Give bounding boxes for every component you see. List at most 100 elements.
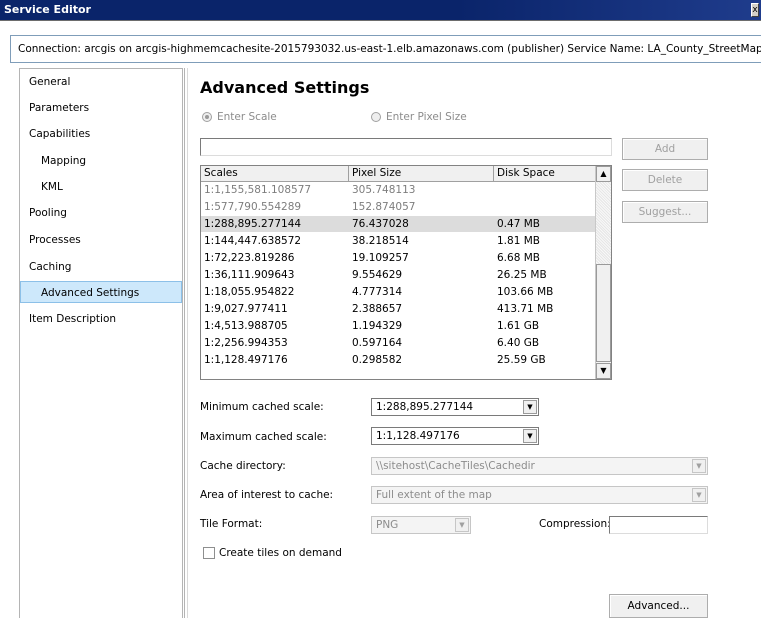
- column-header-scales[interactable]: Scales: [201, 166, 349, 182]
- table-scrollbar[interactable]: ▲ ▼: [595, 166, 611, 379]
- min-scale-value: 1:288,895.277144: [376, 401, 474, 413]
- cell-pixel-size: 4.777314: [352, 286, 403, 298]
- cell-pixel-size: 76.437028: [352, 218, 409, 230]
- cell-scale: 1:1,128.497176: [204, 354, 288, 366]
- sidebar-item-processes[interactable]: Processes: [20, 229, 182, 251]
- chevron-down-icon[interactable]: ▼: [455, 518, 469, 532]
- connection-info: Connection: arcgis on arcgis-highmemcach…: [10, 35, 761, 63]
- sidebar-item-advanced-settings[interactable]: Advanced Settings: [20, 281, 182, 303]
- cell-scale: 1:144,447.638572: [204, 235, 302, 247]
- chevron-down-icon[interactable]: ▼: [523, 429, 537, 443]
- sidebar-item-label: Item Description: [29, 313, 117, 325]
- scale-input[interactable]: [200, 138, 612, 156]
- arrow-down-icon[interactable]: ▼: [596, 363, 611, 379]
- cell-disk-space: 1.81 MB: [497, 235, 540, 247]
- area-of-interest-value: Full extent of the map: [376, 489, 492, 501]
- cell-disk-space: 6.40 GB: [497, 337, 540, 349]
- radio-enter-pixel-size-label: Enter Pixel Size: [386, 111, 467, 123]
- min-scale-select[interactable]: 1:288,895.277144 ▼: [371, 398, 539, 416]
- cell-disk-space: 6.68 MB: [497, 252, 540, 264]
- connection-text: Connection: arcgis on arcgis-highmemcach…: [18, 43, 761, 55]
- window-title: Service Editor: [4, 3, 91, 16]
- chevron-down-icon[interactable]: ▼: [692, 488, 706, 502]
- cell-disk-space: [494, 199, 497, 215]
- table-row[interactable]: 1:577,790.554289 152.874057: [201, 199, 597, 215]
- sidebar-item-pooling[interactable]: Pooling: [20, 202, 182, 224]
- table-row[interactable]: 1:9,027.977411 2.388657 413.71 MB: [201, 301, 597, 317]
- cell-pixel-size: 0.298582: [352, 354, 403, 366]
- chevron-down-icon[interactable]: ▼: [523, 400, 537, 414]
- sidebar-item-label: Advanced Settings: [41, 287, 140, 299]
- advanced-button[interactable]: Advanced...: [609, 594, 708, 618]
- column-header-pixel-size[interactable]: Pixel Size: [349, 166, 494, 182]
- table-row[interactable]: 1:2,256.994353 0.597164 6.40 GB: [201, 335, 597, 351]
- chevron-down-icon[interactable]: ▼: [692, 459, 706, 473]
- area-of-interest-select[interactable]: Full extent of the map ▼: [371, 486, 708, 504]
- compression-input[interactable]: [609, 516, 708, 534]
- sidebar-item-label: Parameters: [29, 102, 90, 114]
- cell-pixel-size: 305.748113: [352, 184, 416, 196]
- radio-selected-dot: [205, 115, 209, 119]
- radio-enter-scale[interactable]: [202, 112, 212, 122]
- cell-scale: 1:577,790.554289: [204, 201, 302, 213]
- table-row[interactable]: 1:4,513.988705 1.194329 1.61 GB: [201, 318, 597, 334]
- arrow-up-icon[interactable]: ▲: [596, 166, 611, 182]
- cell-scale: 1:4,513.988705: [204, 320, 288, 332]
- sidebar-item-capabilities[interactable]: Capabilities: [20, 123, 182, 145]
- title-bar: Service Editor x: [0, 0, 761, 21]
- max-scale-label: Maximum cached scale:: [200, 431, 327, 443]
- scrollbar-thumb[interactable]: [596, 264, 611, 362]
- sidebar-item-label: Pooling: [29, 207, 67, 219]
- panel-divider-inner: [187, 68, 188, 618]
- cell-pixel-size: 1.194329: [352, 320, 403, 332]
- page-title: Advanced Settings: [200, 78, 370, 97]
- table-row[interactable]: 1:1,128.497176 0.298582 25.59 GB: [201, 352, 597, 368]
- min-scale-label: Minimum cached scale:: [200, 401, 324, 413]
- sidebar-item-general[interactable]: General: [20, 71, 182, 93]
- add-button[interactable]: Add: [622, 138, 708, 160]
- table-row[interactable]: 1:72,223.819286 19.109257 6.68 MB: [201, 250, 597, 266]
- cell-disk-space: 1.61 GB: [497, 320, 540, 332]
- scrollbar-track[interactable]: [596, 182, 611, 264]
- cell-disk-space: 25.59 GB: [497, 354, 546, 366]
- radio-enter-pixel-size[interactable]: [371, 112, 381, 122]
- cache-directory-select[interactable]: \\sitehost\CacheTiles\Cachedir ▼: [371, 457, 708, 475]
- cell-disk-space: [494, 182, 497, 198]
- tile-format-select[interactable]: PNG ▼: [371, 516, 471, 534]
- sidebar-item-mapping[interactable]: Mapping: [20, 150, 182, 172]
- cell-scale: 1:18,055.954822: [204, 286, 295, 298]
- sidebar-item-label: Processes: [29, 234, 81, 246]
- column-header-disk-space[interactable]: Disk Space: [494, 166, 597, 182]
- sidebar-item-label: General: [29, 76, 71, 88]
- cell-scale: 1:2,256.994353: [204, 337, 288, 349]
- sidebar-item-kml[interactable]: KML: [20, 176, 182, 198]
- table-row[interactable]: 1:36,111.909643 9.554629 26.25 MB: [201, 267, 597, 283]
- scales-table[interactable]: Scales Pixel Size Disk Space 1:1,155,581…: [200, 165, 612, 380]
- max-scale-select[interactable]: 1:1,128.497176 ▼: [371, 427, 539, 445]
- cell-scale: 1:288,895.277144: [204, 218, 302, 230]
- table-row[interactable]: 1:144,447.638572 38.218514 1.81 MB: [201, 233, 597, 249]
- radio-enter-scale-label: Enter Scale: [217, 111, 277, 123]
- panel-divider: [184, 68, 185, 618]
- create-tiles-on-demand-checkbox[interactable]: [203, 547, 215, 559]
- cell-disk-space: 413.71 MB: [497, 303, 554, 315]
- table-row[interactable]: 1:18,055.954822 4.777314 103.66 MB: [201, 284, 597, 300]
- cell-disk-space: 26.25 MB: [497, 269, 547, 281]
- cell-scale: 1:36,111.909643: [204, 269, 295, 281]
- cell-pixel-size: 38.218514: [352, 235, 409, 247]
- table-row[interactable]: 1:288,895.277144 76.437028 0.47 MB: [201, 216, 597, 232]
- sidebar-item-parameters[interactable]: Parameters: [20, 97, 182, 119]
- close-button[interactable]: x: [751, 3, 759, 17]
- suggest-button[interactable]: Suggest...: [622, 201, 708, 223]
- cell-scale: 1:1,155,581.108577: [204, 184, 312, 196]
- compression-label: Compression:: [539, 518, 611, 530]
- delete-button[interactable]: Delete: [622, 169, 708, 191]
- sidebar-item-caching[interactable]: Caching: [20, 256, 182, 278]
- cell-scale: 1:72,223.819286: [204, 252, 295, 264]
- cell-disk-space: 0.47 MB: [497, 218, 540, 230]
- sidebar-item-label: Caching: [29, 261, 72, 273]
- cache-directory-label: Cache directory:: [200, 460, 286, 472]
- cell-pixel-size: 2.388657: [352, 303, 403, 315]
- sidebar-item-item-description[interactable]: Item Description: [20, 308, 182, 330]
- table-row[interactable]: 1:1,155,581.108577 305.748113: [201, 182, 597, 198]
